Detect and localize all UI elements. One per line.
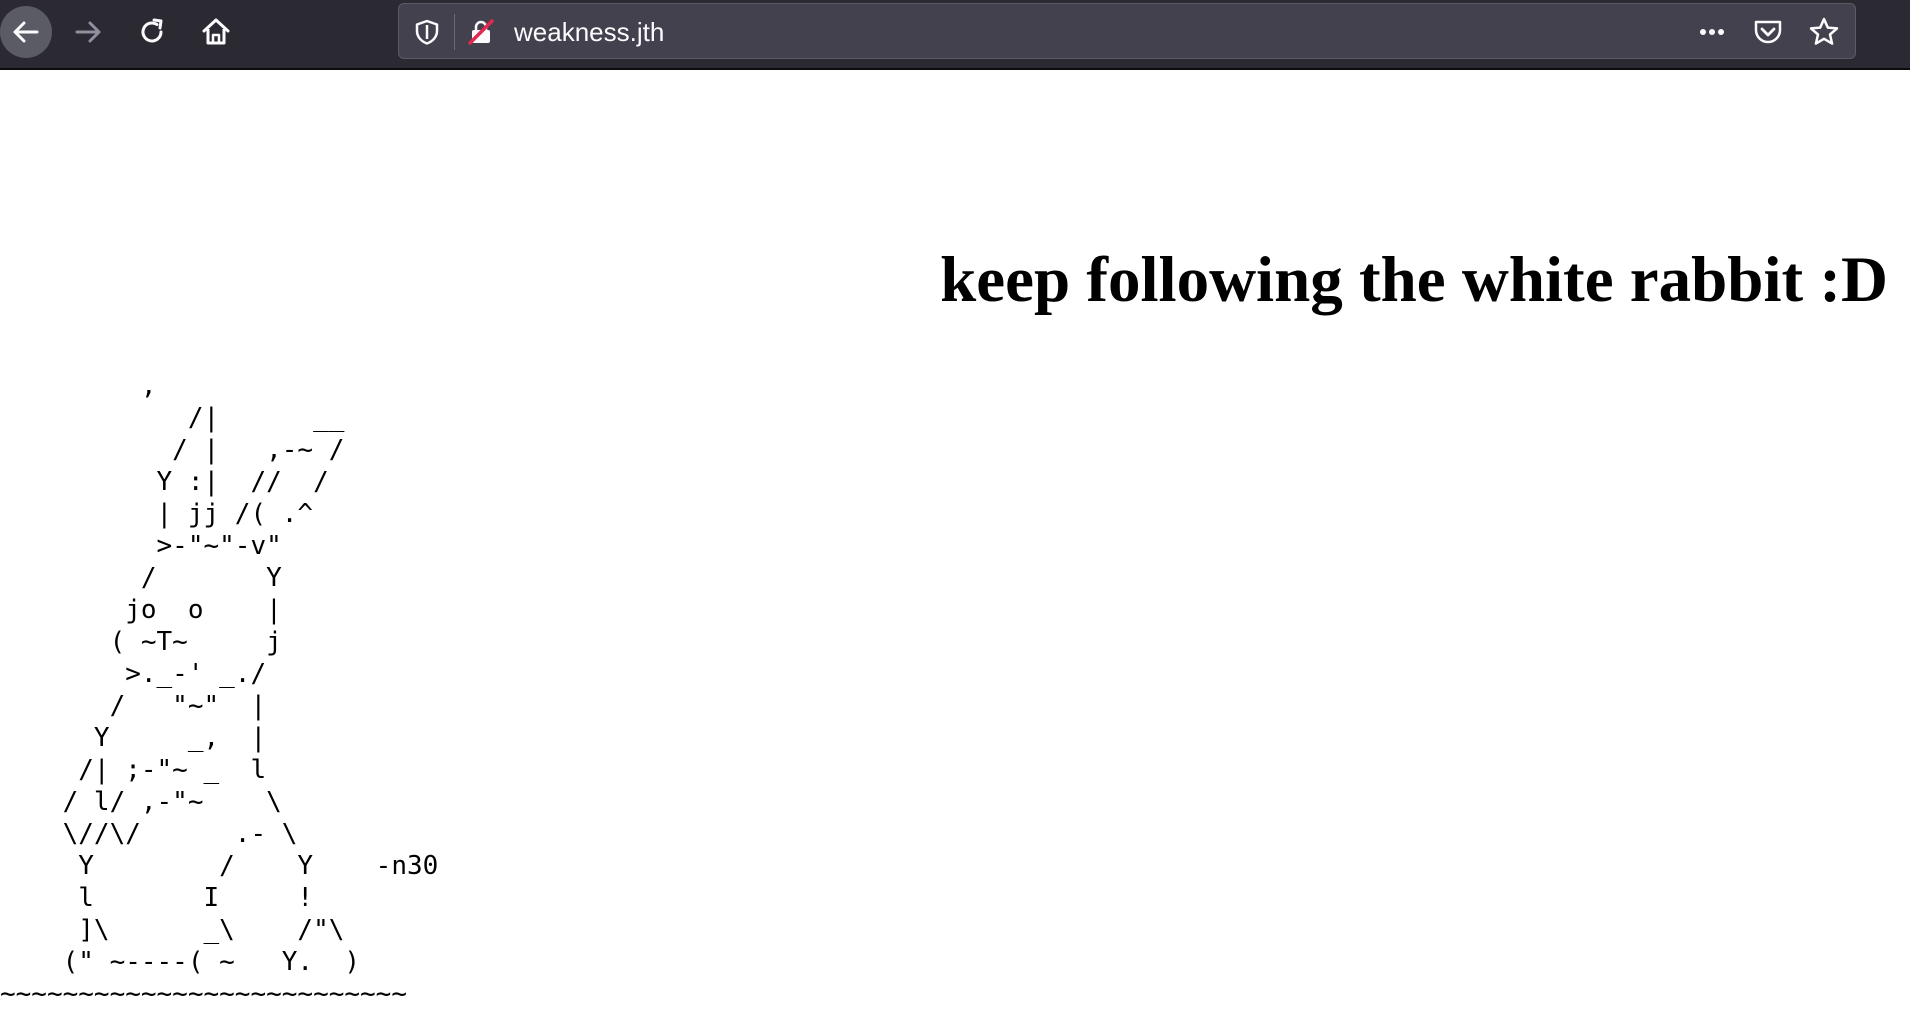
home-button[interactable] (190, 6, 242, 58)
arrow-left-icon (13, 21, 39, 43)
page-actions-menu-button[interactable] (1695, 15, 1729, 49)
page-heading: keep following the white rabbit :D (940, 244, 1888, 316)
tracking-protection-button[interactable] (411, 16, 443, 48)
star-icon (1809, 17, 1839, 45)
back-button[interactable] (0, 6, 52, 58)
address-bar[interactable]: weakness.jth (398, 3, 1856, 59)
page-content: keep following the white rabbit :D , /| … (0, 70, 1910, 1026)
url-text[interactable]: weakness.jth (514, 4, 664, 60)
address-bar-divider (454, 14, 455, 50)
save-to-pocket-button[interactable] (1751, 15, 1785, 49)
insecure-lock-icon (468, 19, 494, 45)
page-actions (1695, 4, 1841, 60)
home-icon (202, 18, 230, 45)
bookmark-button[interactable] (1807, 15, 1841, 49)
arrow-right-icon (75, 21, 101, 43)
forward-button[interactable] (62, 6, 114, 58)
rabbit-ascii-art: , /| __ / | ,-~ / Y :| // / | jj /( .^ >… (0, 371, 439, 1009)
more-dots-icon (1700, 29, 1724, 35)
reload-button[interactable] (126, 6, 178, 58)
site-security-button[interactable] (465, 16, 497, 48)
pocket-icon (1754, 20, 1782, 44)
reload-icon (141, 18, 163, 43)
browser-toolbar: weakness.jth (0, 0, 1910, 70)
shield-icon (415, 19, 439, 45)
